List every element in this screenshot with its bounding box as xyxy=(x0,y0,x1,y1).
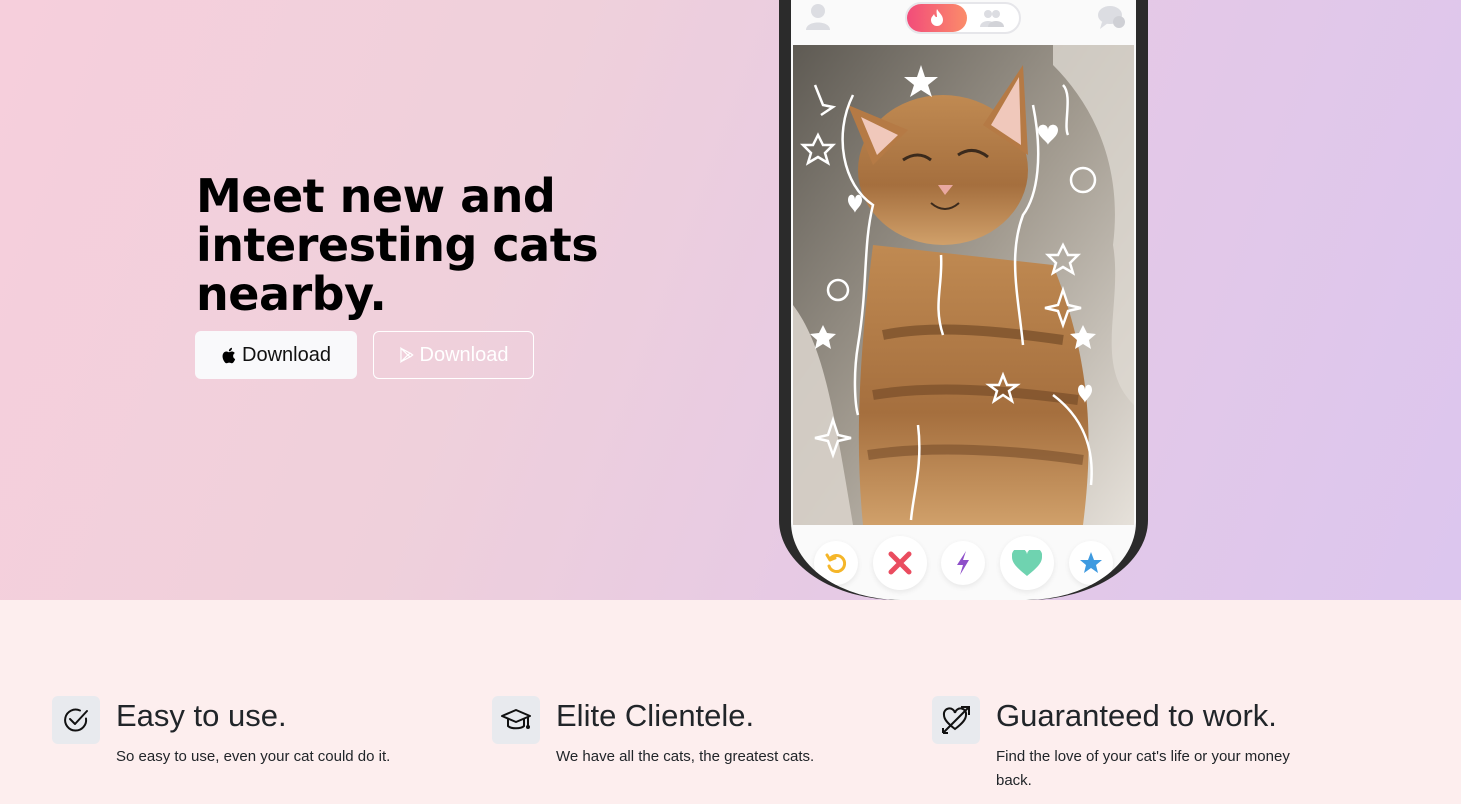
hero-title: Meet new and interesting cats nearby. xyxy=(196,169,599,321)
apple-icon xyxy=(221,347,236,364)
phone-screen xyxy=(791,0,1136,600)
action-bar xyxy=(791,525,1136,600)
flame-icon[interactable] xyxy=(907,4,967,32)
boost-icon[interactable] xyxy=(941,540,986,585)
like-icon[interactable] xyxy=(1000,535,1055,590)
feature-title: Guaranteed to work. xyxy=(996,698,1277,733)
phone-mockup xyxy=(779,0,1148,600)
profile-icon[interactable] xyxy=(805,2,831,34)
feature-description: So easy to use, even your cat could do i… xyxy=(116,748,391,765)
superlike-icon[interactable] xyxy=(1068,540,1113,585)
download-play-button[interactable]: Download xyxy=(373,331,534,379)
phone-top-bar xyxy=(791,0,1136,45)
feature-description: Find the love of your cat's life or your… xyxy=(996,748,1290,789)
heart-arrow-icon xyxy=(932,696,980,744)
download-play-label: Download xyxy=(419,343,509,366)
download-apple-button[interactable]: Download xyxy=(195,331,357,379)
hero-section: Meet new and interesting cats nearby. Do… xyxy=(0,0,1461,600)
feature-description: We have all the cats, the greatest cats. xyxy=(556,748,815,765)
feature-title: Easy to use. xyxy=(116,698,287,733)
cat-illustration xyxy=(793,45,1134,525)
cat-photo[interactable] xyxy=(793,45,1134,525)
google-play-icon xyxy=(399,347,414,363)
feature-title: Elite Clientele. xyxy=(556,698,755,733)
check-circle-icon xyxy=(52,696,100,744)
chat-icon[interactable] xyxy=(1097,4,1127,34)
graduation-cap-icon xyxy=(492,696,540,744)
mode-toggle[interactable] xyxy=(905,2,1021,34)
rewind-icon[interactable] xyxy=(814,540,859,585)
download-apple-label: Download xyxy=(242,343,331,366)
group-icon[interactable] xyxy=(979,8,1005,32)
nope-icon[interactable] xyxy=(872,535,927,590)
